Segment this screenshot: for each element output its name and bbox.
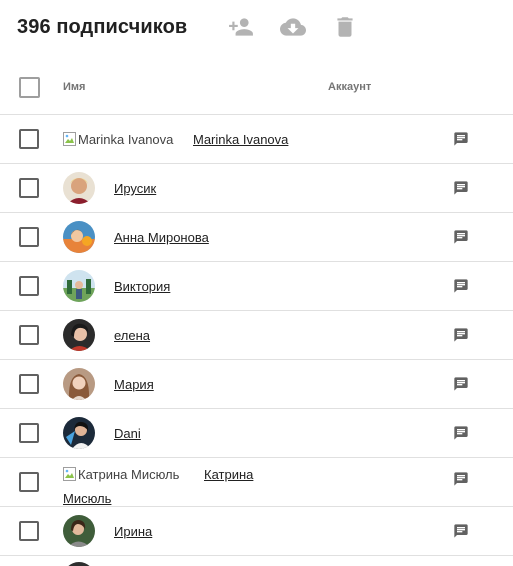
subscriber-name-link[interactable]: Dani xyxy=(114,426,141,441)
avatar-broken-image: Катрина Мисюль xyxy=(63,466,179,482)
avatar-alt-text: Катрина Мисюль xyxy=(78,467,180,482)
avatar[interactable] xyxy=(63,368,95,400)
table-row: Катрина Мисюль Катрина Мисюль xyxy=(0,458,513,507)
row-checkbox[interactable] xyxy=(19,227,39,247)
add-person-icon[interactable] xyxy=(228,14,254,40)
row-checkbox[interactable] xyxy=(19,129,39,149)
row-checkbox[interactable] xyxy=(19,178,39,198)
trash-icon[interactable] xyxy=(332,14,358,40)
avatar[interactable] xyxy=(63,515,95,547)
table-row: Ирусик xyxy=(0,164,513,213)
row-checkbox[interactable] xyxy=(19,521,39,541)
cloud-download-icon[interactable] xyxy=(280,14,306,40)
row-checkbox[interactable] xyxy=(19,325,39,345)
message-icon[interactable] xyxy=(453,229,469,245)
message-icon[interactable] xyxy=(453,425,469,441)
avatar[interactable] xyxy=(63,221,95,253)
message-icon[interactable] xyxy=(453,471,469,487)
message-icon[interactable] xyxy=(453,131,469,147)
row-checkbox[interactable] xyxy=(19,374,39,394)
message-icon[interactable] xyxy=(453,278,469,294)
table-row: Ирина xyxy=(0,507,513,556)
table-row: Виктория xyxy=(0,262,513,311)
table-row: Мария xyxy=(0,360,513,409)
subscriber-name-link[interactable]: Мария xyxy=(114,377,154,392)
table-row: Анна Миронова xyxy=(0,213,513,262)
next-row-avatar-partial xyxy=(63,562,95,566)
column-header-account[interactable]: Аккаунт xyxy=(328,81,371,93)
message-icon[interactable] xyxy=(453,327,469,343)
avatar[interactable] xyxy=(63,172,95,204)
broken-image-icon xyxy=(63,131,77,147)
subscriber-name-link[interactable]: Виктория xyxy=(114,279,170,294)
select-all-checkbox[interactable] xyxy=(19,77,40,98)
subscriber-name-link[interactable]: елена xyxy=(114,328,150,343)
table-row: елена xyxy=(0,311,513,360)
row-checkbox[interactable] xyxy=(19,276,39,296)
subscriber-name-link[interactable]: Marinka Ivanova xyxy=(193,132,288,147)
subscriber-name-link[interactable]: Анна Миронова xyxy=(114,230,209,245)
subscribers-count-title: 396 подписчиков xyxy=(17,16,188,38)
avatar[interactable] xyxy=(63,417,95,449)
table-row: Marinka Ivanova Marinka Ivanova xyxy=(0,115,513,164)
subscriber-name-link[interactable]: Ирусик xyxy=(114,181,156,196)
subscriber-name-link[interactable]: Ирина xyxy=(114,524,152,539)
avatar-broken-image: Marinka Ivanova xyxy=(63,131,173,147)
row-checkbox[interactable] xyxy=(19,423,39,443)
message-icon[interactable] xyxy=(453,523,469,539)
avatar[interactable] xyxy=(63,270,95,302)
subscriber-name-link-continued[interactable]: Мисюль xyxy=(63,491,111,506)
table-header: Имя Аккаунт xyxy=(0,62,513,115)
row-checkbox[interactable] xyxy=(19,472,39,492)
message-icon[interactable] xyxy=(453,376,469,392)
page-header: 396 подписчиков xyxy=(0,0,513,56)
table-row: Dani xyxy=(0,409,513,458)
broken-image-icon xyxy=(63,466,77,482)
column-header-name[interactable]: Имя xyxy=(63,81,85,93)
avatar[interactable] xyxy=(63,319,95,351)
message-icon[interactable] xyxy=(453,180,469,196)
subscriber-name-link[interactable]: Катрина xyxy=(204,467,253,482)
avatar-alt-text: Marinka Ivanova xyxy=(78,132,174,147)
